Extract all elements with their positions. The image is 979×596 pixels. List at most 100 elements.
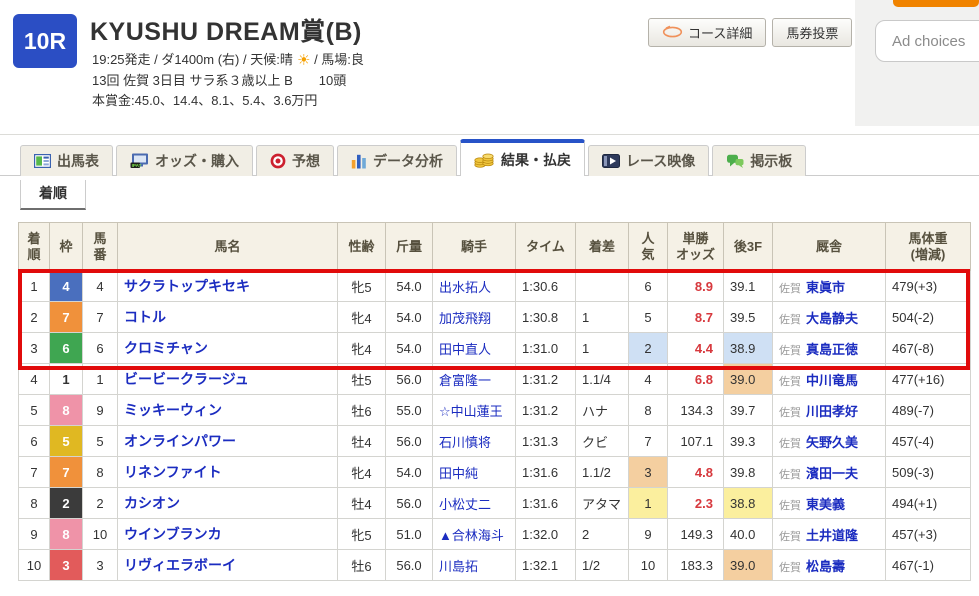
win-odds-cell: 8.7: [668, 302, 724, 333]
margin-cell: クビ: [576, 426, 629, 457]
jockey-link[interactable]: 川島拓: [439, 559, 478, 574]
win-odds-cell: 107.1: [668, 426, 724, 457]
weight-carried-cell: 56.0: [386, 364, 433, 395]
jockey-link[interactable]: 田中直人: [439, 342, 491, 357]
stable-cell: 佐賀東眞市: [773, 271, 886, 302]
jockey-link[interactable]: 小松丈二: [439, 497, 491, 512]
jockey-link[interactable]: 田中純: [439, 466, 478, 481]
win-odds-cell: 149.3: [668, 519, 724, 550]
horse-name-cell: ウインブランカ: [118, 519, 338, 550]
horse-name-link[interactable]: ミッキーウィン: [124, 402, 222, 418]
speech-bubbles-icon: [726, 154, 744, 169]
trainer-link[interactable]: 濱田一夫: [806, 466, 858, 481]
course-detail-button[interactable]: コース詳細: [648, 18, 766, 47]
stable-region: 佐賀: [779, 407, 801, 419]
tab-entries[interactable]: 出馬表: [20, 145, 113, 176]
horse-name-link[interactable]: ビービークラージュ: [124, 371, 249, 387]
betting-button[interactable]: 馬券投票: [772, 18, 852, 47]
betting-label: 馬券投票: [786, 23, 838, 42]
horse-name-link[interactable]: クロミチャン: [124, 340, 208, 356]
weight-carried-cell: 56.0: [386, 550, 433, 581]
ad-choices-button[interactable]: Ad choices: [875, 20, 979, 62]
horse-number-cell: 5: [83, 426, 118, 457]
col-header-8: 着差: [576, 223, 629, 271]
jockey-link[interactable]: 加茂飛翔: [439, 311, 491, 326]
result-row-8: 822カシオン牡456.0小松丈二1:31.6アタマ12.338.8佐賀東美義4…: [19, 488, 971, 519]
popularity-cell: 8: [629, 395, 668, 426]
page-title: KYUSHU DREAM賞(B): [90, 12, 362, 48]
tab-odds[interactable]: IPATオッズ・購入: [116, 145, 253, 176]
jockey-link[interactable]: ▲合林海斗: [439, 528, 504, 543]
sex-age-cell: 牝4: [338, 457, 386, 488]
horse-name-link[interactable]: サクラトップキセキ: [124, 278, 250, 294]
horse-name-link[interactable]: リネンファイト: [124, 464, 222, 480]
tab-label: データ分析: [373, 151, 443, 171]
tab-prediction[interactable]: 予想: [256, 145, 334, 176]
time-cell: 1:30.6: [516, 271, 576, 302]
horse-weight-cell: 489(-7): [886, 395, 971, 426]
tab-label: 掲示板: [750, 151, 792, 171]
horse-weight-cell: 479(+3): [886, 271, 971, 302]
horse-name-link[interactable]: カシオン: [124, 495, 180, 511]
tab-analysis[interactable]: データ分析: [337, 145, 457, 176]
last3f-cell: 39.3: [724, 426, 773, 457]
ad-panel: Ad choices: [855, 0, 979, 126]
col-header-7: タイム: [516, 223, 576, 271]
race-info-line1: 19:25発走 / ダ1400m (右) / 天候:晴 ☀ / 馬場:良: [92, 50, 364, 71]
jockey-cell: 出水拓人: [433, 271, 516, 302]
horse-name-link[interactable]: オンラインパワー: [124, 433, 236, 449]
horse-weight-cell: 504(-2): [886, 302, 971, 333]
jockey-link[interactable]: 倉富隆一: [439, 373, 491, 388]
last3f-cell: 39.0: [724, 550, 773, 581]
time-cell: 1:32.1: [516, 550, 576, 581]
last3f-cell: 38.9: [724, 333, 773, 364]
jockey-link[interactable]: 出水拓人: [439, 280, 491, 295]
horse-name-cell: リネンファイト: [118, 457, 338, 488]
popularity-cell: 9: [629, 519, 668, 550]
trainer-link[interactable]: 真島正徳: [806, 342, 858, 357]
last3f-cell: 40.0: [724, 519, 773, 550]
trainer-link[interactable]: 土井道隆: [806, 528, 858, 543]
sex-age-cell: 牡5: [338, 364, 386, 395]
horse-name-link[interactable]: ウインブランカ: [124, 526, 222, 542]
trainer-link[interactable]: 東眞市: [806, 280, 845, 295]
win-odds-cell: 2.3: [668, 488, 724, 519]
race-tab-bar: 出馬表IPATオッズ・購入予想 データ分析結果・払戻レース映像 掲示板: [20, 140, 809, 176]
col-header-9: 人気: [629, 223, 668, 271]
jockey-cell: 石川慎将: [433, 426, 516, 457]
tab-results[interactable]: 結果・払戻: [460, 139, 585, 176]
last3f-cell: 39.0: [724, 364, 773, 395]
tab-board[interactable]: 掲示板: [712, 145, 806, 176]
popularity-cell: 6: [629, 271, 668, 302]
horse-name-link[interactable]: コトル: [124, 309, 166, 325]
horse-name-cell: クロミチャン: [118, 333, 338, 364]
col-header-6: 騎手: [433, 223, 516, 271]
trainer-link[interactable]: 大島静夫: [806, 311, 858, 326]
horse-weight-cell: 467(-1): [886, 550, 971, 581]
trainer-link[interactable]: 川田孝好: [806, 404, 858, 419]
race-number-badge: 10R: [13, 14, 77, 68]
time-cell: 1:31.2: [516, 364, 576, 395]
subtab-rank-order[interactable]: 着順: [20, 180, 86, 210]
horse-name-cell: ミッキーウィン: [118, 395, 338, 426]
stable-region: 佐賀: [779, 376, 801, 388]
popularity-cell: 1: [629, 488, 668, 519]
jockey-link[interactable]: ☆中山蓮王: [439, 404, 503, 419]
stable-cell: 佐賀大島静夫: [773, 302, 886, 333]
horse-name-link[interactable]: リヴィエラボーイ: [124, 557, 236, 573]
trainer-link[interactable]: 東美義: [806, 497, 845, 512]
video-play-icon: [602, 154, 620, 168]
horse-weight-cell: 467(-8): [886, 333, 971, 364]
sex-age-cell: 牝5: [338, 271, 386, 302]
stable-cell: 佐賀矢野久美: [773, 426, 886, 457]
win-odds-cell: 4.4: [668, 333, 724, 364]
trainer-link[interactable]: 松島壽: [806, 559, 845, 574]
jockey-cell: 加茂飛翔: [433, 302, 516, 333]
trainer-link[interactable]: 矢野久美: [806, 435, 858, 450]
win-odds-value: 8.7: [695, 310, 713, 325]
jockey-link[interactable]: 石川慎将: [439, 435, 491, 450]
popularity-cell: 3: [629, 457, 668, 488]
trainer-link[interactable]: 中川竜馬: [806, 373, 858, 388]
horse-name-cell: コトル: [118, 302, 338, 333]
tab-video[interactable]: レース映像: [588, 145, 709, 176]
